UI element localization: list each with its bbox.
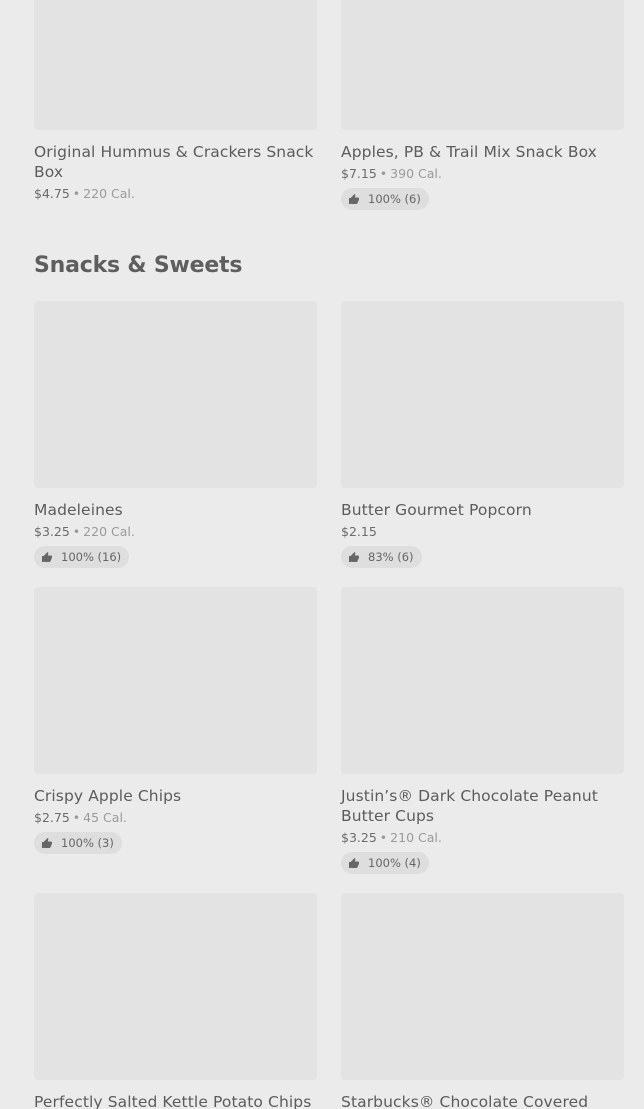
product-name[interactable]: Starbucks® Chocolate Covered Espresso Be… — [341, 1092, 624, 1109]
product-card[interactable]: Crispy Apple Chips $2.75 • 45 Cal. 100% (3… — [34, 587, 317, 854]
product-image[interactable] — [341, 587, 624, 774]
product-name[interactable]: Apples, PB & Trail Mix Snack Box — [341, 142, 624, 162]
thumbs-up-icon — [42, 552, 52, 562]
product-image[interactable] — [34, 0, 317, 130]
rating-badge: 83% (6) — [341, 546, 422, 568]
product-meta: $4.75 • 220 Cal. — [34, 185, 317, 202]
product-meta: $2.75 • 45 Cal. — [34, 809, 317, 826]
product-calories: 210 Cal. — [390, 830, 442, 845]
product-image[interactable] — [341, 301, 624, 488]
separator-dot: • — [72, 810, 81, 825]
product-image[interactable] — [34, 587, 317, 774]
product-name[interactable]: Butter Gourmet Popcorn — [341, 500, 624, 520]
separator-dot: • — [379, 830, 388, 845]
rating-badge: 100% (4) — [341, 852, 429, 874]
product-calories: 390 Cal. — [390, 166, 442, 181]
product-calories: 220 Cal. — [83, 186, 135, 201]
product-price: $4.75 — [34, 186, 70, 201]
product-name[interactable]: Perfectly Salted Kettle Potato Chips — [34, 1092, 317, 1109]
thumbs-up-icon — [42, 838, 52, 848]
product-name[interactable]: Crispy Apple Chips — [34, 786, 317, 806]
thumbs-up-icon — [349, 194, 359, 204]
product-name[interactable]: Justin’s® Dark Chocolate Peanut Butter C… — [341, 786, 624, 826]
product-calories: 45 Cal. — [83, 810, 127, 825]
product-price: $3.25 — [34, 524, 70, 539]
product-meta: $2.15 — [341, 523, 624, 540]
product-image[interactable] — [341, 893, 624, 1080]
rating-badge: 100% (3) — [34, 832, 122, 854]
product-image[interactable] — [34, 893, 317, 1080]
product-meta: $7.15 • 390 Cal. — [341, 165, 624, 182]
product-card[interactable]: Original Hummus & Crackers Snack Box $4.… — [34, 0, 317, 202]
product-card[interactable]: Apples, PB & Trail Mix Snack Box $7.15 • 3… — [341, 0, 624, 210]
product-card[interactable]: Justin’s® Dark Chocolate Peanut Butter C… — [341, 587, 624, 874]
product-image[interactable] — [34, 301, 317, 488]
product-card[interactable]: Madeleines $3.25 • 220 Cal. 100% (16) — [34, 301, 317, 568]
rating-text: 100% (3) — [61, 836, 114, 850]
product-calories: 220 Cal. — [83, 524, 135, 539]
rating-text: 100% (6) — [368, 192, 421, 206]
rating-badge: 100% (16) — [34, 546, 130, 568]
product-card[interactable]: Starbucks® Chocolate Covered Espresso Be… — [341, 893, 624, 1109]
thumbs-up-icon — [349, 552, 359, 562]
product-image[interactable] — [341, 0, 624, 130]
product-price: $2.75 — [34, 810, 70, 825]
product-price: $7.15 — [341, 166, 377, 181]
section-title: Snacks & Sweets — [34, 253, 243, 278]
product-card[interactable]: Butter Gourmet Popcorn $2.15 83% (6) — [341, 301, 624, 568]
rating-text: 100% (4) — [368, 856, 421, 870]
rating-text: 83% (6) — [368, 550, 414, 564]
separator-dot: • — [379, 166, 388, 181]
separator-dot: • — [72, 186, 81, 201]
product-name[interactable]: Original Hummus & Crackers Snack Box — [34, 142, 317, 182]
product-card[interactable]: Perfectly Salted Kettle Potato Chips — [34, 893, 317, 1109]
product-price: $3.25 — [341, 830, 377, 845]
product-price: $2.15 — [341, 524, 377, 539]
product-name[interactable]: Madeleines — [34, 500, 317, 520]
product-meta: $3.25 • 210 Cal. — [341, 829, 624, 846]
thumbs-up-icon — [349, 858, 359, 868]
rating-text: 100% (16) — [61, 550, 122, 564]
product-meta: $3.25 • 220 Cal. — [34, 523, 317, 540]
rating-badge: 100% (6) — [341, 188, 429, 210]
menu-page: Original Hummus & Crackers Snack Box $4.… — [0, 0, 644, 1109]
separator-dot: • — [72, 524, 81, 539]
